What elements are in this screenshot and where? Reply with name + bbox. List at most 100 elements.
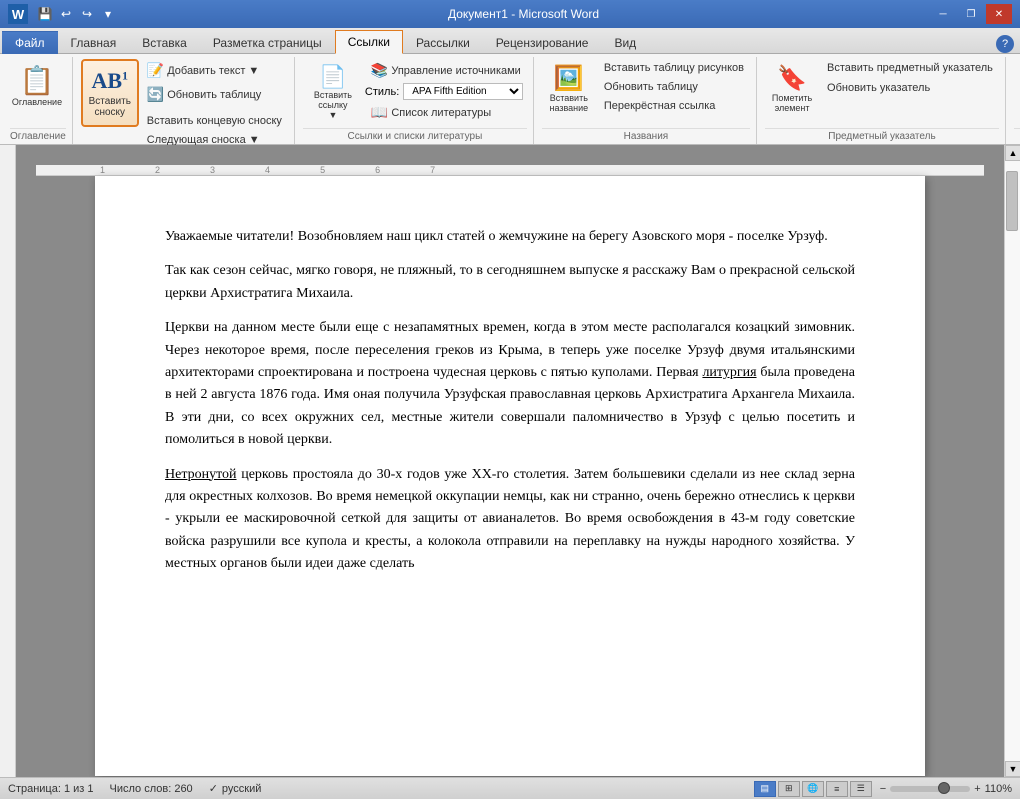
mark-entry-icon: 🔖 bbox=[777, 64, 807, 93]
save-quick-btn[interactable]: 💾 bbox=[36, 5, 54, 23]
help-btn[interactable]: ? bbox=[996, 35, 1014, 53]
update-index-btn[interactable]: Обновить указатель bbox=[821, 79, 999, 97]
page-status: Страница: 1 из 1 bbox=[8, 783, 94, 795]
insert-citation-btn[interactable]: 📄 Вставитьссылку ▼ bbox=[303, 59, 363, 127]
group-captions-label: Названия bbox=[542, 128, 750, 144]
print-layout-btn[interactable]: ▤ bbox=[754, 781, 776, 797]
title-bar-left: W 💾 ↩ ↪ ▾ bbox=[8, 4, 117, 24]
citations-right: 📚 Управление источниками Стиль: APA Fift… bbox=[365, 59, 527, 124]
style-row: Стиль: APA Fifth Edition bbox=[365, 83, 527, 100]
vertical-scrollbar: ▲ ▼ bbox=[1004, 145, 1020, 777]
insert-index-btn[interactable]: Вставить предметный указатель bbox=[821, 59, 999, 77]
zoom-out-btn[interactable]: − bbox=[880, 783, 886, 795]
tab-insert[interactable]: Вставка bbox=[129, 31, 200, 54]
captions-right: Вставить таблицу рисунков Обновить табли… bbox=[598, 59, 750, 115]
add-text-icon: 📝 bbox=[147, 62, 164, 79]
update-figures-btn[interactable]: Обновить таблицу bbox=[598, 78, 750, 96]
group-footnotes: AB1 Вставить сноску 📝 Добавить текст ▼ 🔄… bbox=[75, 57, 295, 144]
citation-icon: 📄 bbox=[319, 64, 346, 90]
horizontal-ruler: 1 2 3 4 5 6 7 bbox=[36, 165, 984, 176]
group-citations-label: Ссылки и списки литературы bbox=[303, 128, 527, 144]
zoom-in-btn[interactable]: + bbox=[974, 783, 980, 795]
paragraph-1: Уважаемые читатели! Возобновляем наш цик… bbox=[165, 226, 855, 248]
zoom-thumb[interactable] bbox=[938, 782, 950, 794]
insert-figures-table-btn[interactable]: Вставить таблицу рисунков bbox=[598, 59, 750, 77]
group-contents-label: Оглавление bbox=[10, 128, 66, 144]
scroll-down-btn[interactable]: ▼ bbox=[1005, 761, 1020, 777]
contents-btn[interactable]: 📋 Оглавление bbox=[10, 59, 64, 127]
ribbon-content: 📋 Оглавление Оглавление AB1 Вставить сно… bbox=[0, 54, 1020, 144]
add-text-btn[interactable]: 📝 Добавить текст ▼ bbox=[141, 59, 288, 82]
insert-endnote-btn[interactable]: Вставить концевую сноску bbox=[141, 112, 288, 130]
update-table-icon: 🔄 bbox=[147, 86, 164, 103]
tab-pagelayout[interactable]: Разметка страницы bbox=[200, 31, 335, 54]
restore-btn[interactable]: ❐ bbox=[958, 4, 984, 24]
update-table-btn[interactable]: 🔄 Обновить таблицу bbox=[141, 83, 288, 106]
status-bar: Страница: 1 из 1 Число слов: 260 ✓ русск… bbox=[0, 777, 1020, 799]
title-bar: W 💾 ↩ ↪ ▾ Документ1 - Microsoft Word ─ ❐… bbox=[0, 0, 1020, 28]
word-count: Число слов: 260 bbox=[110, 783, 193, 795]
underline-liturgia: литургия bbox=[702, 365, 756, 380]
view-buttons: ▤ ⊞ 🌐 ≡ ☰ bbox=[754, 781, 872, 797]
paragraph-3: Церкви на данном месте были еще с незапа… bbox=[165, 317, 855, 451]
tab-file[interactable]: Файл bbox=[2, 31, 58, 54]
group-index: 🔖 Пометитьэлемент Вставить предметный ук… bbox=[759, 57, 1006, 144]
tab-view[interactable]: Вид bbox=[601, 31, 649, 54]
bibliography-icon: 📖 bbox=[371, 104, 388, 121]
zoom-bar: − + 110% bbox=[880, 783, 1012, 795]
tab-references[interactable]: Ссылки bbox=[335, 30, 403, 54]
left-ruler bbox=[0, 145, 16, 777]
group-toa-items: 📌 Пометитьссылку Вставить таблицу ссылок… bbox=[1014, 59, 1020, 128]
zoom-slider[interactable] bbox=[890, 786, 970, 792]
customize-quick-btn[interactable]: ▾ bbox=[99, 5, 117, 23]
draft-view-btn[interactable]: ☰ bbox=[850, 781, 872, 797]
ribbon-tab-bar: Файл Главная Вставка Разметка страницы С… bbox=[0, 28, 1020, 54]
status-right: ▤ ⊞ 🌐 ≡ ☰ − + 110% bbox=[754, 781, 1012, 797]
close-btn[interactable]: ✕ bbox=[986, 4, 1012, 24]
group-citations-items: 📄 Вставитьссылку ▼ 📚 Управление источник… bbox=[303, 59, 527, 128]
style-dropdown[interactable]: APA Fifth Edition bbox=[403, 83, 523, 100]
contents-icon: 📋 bbox=[20, 64, 55, 97]
group-index-label: Предметный указатель bbox=[765, 128, 999, 144]
ribbon: Файл Главная Вставка Разметка страницы С… bbox=[0, 28, 1020, 145]
doc-canvas: 1 2 3 4 5 6 7 Уважаемые читатели! Возобн… bbox=[16, 145, 1004, 777]
footnote-icon: AB1 bbox=[91, 68, 128, 94]
tab-review[interactable]: Рецензирование bbox=[483, 31, 602, 54]
content-area: 1 2 3 4 5 6 7 Уважаемые читатели! Возобн… bbox=[0, 145, 1020, 777]
spell-check: ✓ русский bbox=[209, 782, 262, 795]
zoom-level: 110% bbox=[985, 783, 1012, 795]
quick-access-toolbar: 💾 ↩ ↪ ▾ bbox=[36, 5, 117, 23]
insert-footnote-btn[interactable]: AB1 Вставить сноску bbox=[81, 59, 139, 127]
window-title: Документ1 - Microsoft Word bbox=[117, 7, 930, 21]
outline-view-btn[interactable]: ≡ bbox=[826, 781, 848, 797]
web-view-btn[interactable]: 🌐 bbox=[802, 781, 824, 797]
insert-caption-btn[interactable]: 🖼️ Вставитьназвание bbox=[542, 59, 596, 127]
scroll-thumb[interactable] bbox=[1006, 171, 1018, 231]
spell-icon: ✓ bbox=[209, 782, 218, 795]
group-contents: 📋 Оглавление Оглавление bbox=[4, 57, 73, 144]
group-index-items: 🔖 Пометитьэлемент Вставить предметный ук… bbox=[765, 59, 999, 128]
fullscreen-btn[interactable]: ⊞ bbox=[778, 781, 800, 797]
undo-quick-btn[interactable]: ↩ bbox=[57, 5, 75, 23]
tab-mailings[interactable]: Рассылки bbox=[403, 31, 483, 54]
underline-netronutoy: Нетронутой bbox=[165, 467, 237, 482]
scroll-track bbox=[1005, 161, 1020, 761]
document-page[interactable]: Уважаемые читатели! Возобновляем наш цик… bbox=[95, 176, 925, 776]
mark-entry-btn[interactable]: 🔖 Пометитьэлемент bbox=[765, 59, 819, 127]
scroll-up-btn[interactable]: ▲ bbox=[1005, 145, 1020, 161]
manage-sources-btn[interactable]: 📚 Управление источниками bbox=[365, 59, 527, 82]
minimize-btn[interactable]: ─ bbox=[930, 4, 956, 24]
word-icon: W bbox=[8, 4, 28, 24]
caption-icon: 🖼️ bbox=[554, 64, 584, 93]
tab-home[interactable]: Главная bbox=[58, 31, 130, 54]
redo-quick-btn[interactable]: ↪ bbox=[78, 5, 96, 23]
group-citations: 📄 Вставитьссылку ▼ 📚 Управление источник… bbox=[297, 57, 534, 144]
mark-citation-btn[interactable]: 📌 Пометитьссылку bbox=[1014, 59, 1020, 127]
group-contents-items: 📋 Оглавление bbox=[10, 59, 66, 128]
bibliography-btn[interactable]: 📖 Список литературы bbox=[365, 101, 527, 124]
manage-sources-icon: 📚 bbox=[371, 62, 388, 79]
cross-reference-btn[interactable]: Перекрёстная ссылка bbox=[598, 97, 750, 115]
paragraph-2: Так как сезон сейчас, мягко говоря, не п… bbox=[165, 260, 855, 305]
group-toa-label: Таблица ссылок bbox=[1014, 128, 1020, 144]
group-captions: 🖼️ Вставитьназвание Вставить таблицу рис… bbox=[536, 57, 757, 144]
